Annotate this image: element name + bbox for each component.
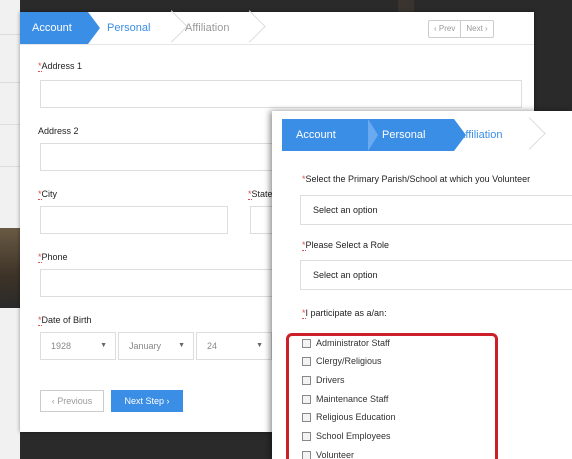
checkbox-religious-education[interactable]: Religious Education bbox=[302, 412, 396, 422]
wizard-steps: Account Personal Affiliation ‹ Prev Next… bbox=[20, 10, 534, 45]
checkbox-icon[interactable] bbox=[302, 450, 311, 459]
address1-input[interactable] bbox=[40, 80, 522, 108]
checkbox-drivers[interactable]: Drivers bbox=[302, 375, 345, 385]
city-input[interactable] bbox=[40, 206, 228, 234]
phone-input[interactable] bbox=[40, 269, 280, 297]
dob-day-select[interactable]: 24 ▼ bbox=[196, 332, 272, 360]
dob-label: *Date of Birth bbox=[38, 315, 92, 326]
checkbox-maintenance-staff[interactable]: Maintenance Staff bbox=[302, 394, 388, 404]
checkbox-administrator-staff[interactable]: Administrator Staff bbox=[302, 338, 390, 348]
address2-input[interactable] bbox=[40, 143, 280, 171]
checkbox-volunteer[interactable]: Volunteer bbox=[302, 450, 354, 459]
role-label: *Please Select a Role bbox=[302, 240, 390, 251]
wizard-steps: Account Personal Affiliation bbox=[272, 111, 572, 151]
phone-label: *Phone bbox=[38, 252, 68, 263]
pager: ‹ Prev Next › bbox=[428, 20, 494, 38]
city-label: *City bbox=[38, 189, 58, 200]
step-affiliation[interactable]: Affiliation bbox=[185, 12, 229, 44]
chevron-down-icon: ▼ bbox=[256, 342, 263, 349]
dob-month-select[interactable]: January ▼ bbox=[118, 332, 194, 360]
checkbox-icon[interactable] bbox=[302, 338, 311, 348]
dob-year-select[interactable]: 1928 ▼ bbox=[40, 332, 116, 360]
background-photo bbox=[0, 228, 20, 308]
checkbox-icon[interactable] bbox=[302, 356, 311, 366]
step-account[interactable]: Account bbox=[20, 12, 100, 44]
checkbox-icon[interactable] bbox=[302, 431, 311, 441]
checkbox-icon[interactable] bbox=[302, 412, 311, 422]
step-affiliation[interactable]: Affiliation bbox=[458, 119, 502, 151]
step-personal[interactable]: Personal bbox=[107, 12, 150, 44]
checkbox-icon[interactable] bbox=[302, 375, 311, 385]
checkbox-school-employees[interactable]: School Employees bbox=[302, 431, 391, 441]
step-divider bbox=[513, 117, 546, 150]
background-image-fragment bbox=[398, 0, 414, 12]
parish-select[interactable]: Select an option bbox=[300, 195, 572, 225]
address1-label: *Address 1 bbox=[38, 61, 83, 72]
pager-next-button[interactable]: Next › bbox=[461, 21, 492, 37]
previous-button[interactable]: ‹ Previous bbox=[40, 390, 104, 412]
step-account[interactable]: Account bbox=[282, 119, 370, 151]
step-divider bbox=[368, 119, 378, 151]
chevron-down-icon: ▼ bbox=[100, 342, 107, 349]
checkbox-clergy-religious[interactable]: Clergy/Religious bbox=[302, 356, 382, 366]
affiliation-form: Account Personal Affiliation *Select the… bbox=[272, 111, 572, 459]
step-personal[interactable]: Personal bbox=[370, 119, 466, 151]
chevron-down-icon: ▼ bbox=[178, 342, 185, 349]
checkbox-icon[interactable] bbox=[302, 394, 311, 404]
address2-label: Address 2 bbox=[38, 126, 79, 136]
role-select[interactable]: Select an option bbox=[300, 260, 572, 290]
state-label: *State bbox=[248, 189, 273, 200]
pager-prev-button[interactable]: ‹ Prev bbox=[429, 21, 460, 37]
participate-label: *I participate as a/an: bbox=[302, 308, 387, 319]
parish-label: *Select the Primary Parish/School at whi… bbox=[302, 174, 531, 184]
next-step-button[interactable]: Next Step › bbox=[111, 390, 183, 412]
